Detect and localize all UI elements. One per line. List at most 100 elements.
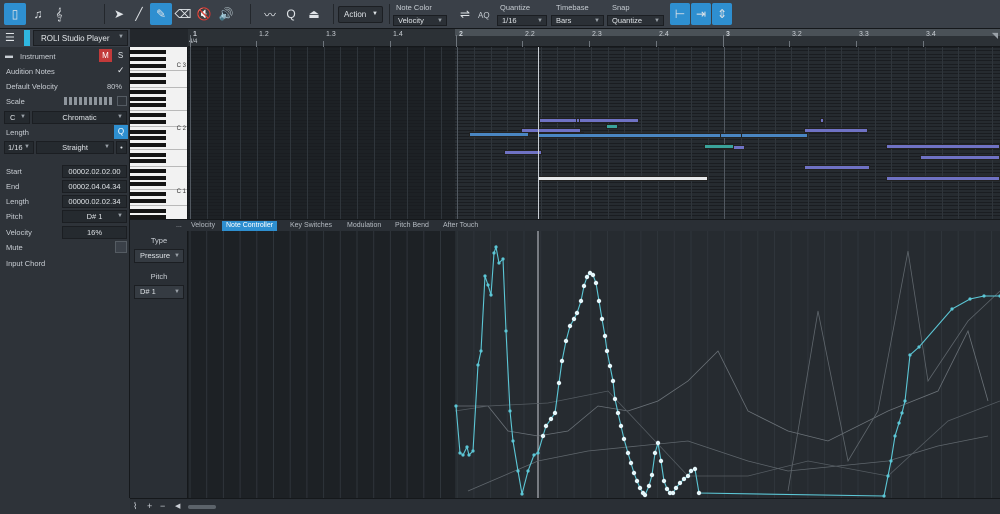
lane-pitch-dropdown[interactable]: D# 1 ▼ — [134, 285, 184, 299]
transform-tool-icon[interactable]: 〰 — [258, 3, 282, 25]
black-key[interactable] — [130, 113, 166, 117]
range-tool-icon[interactable]: ╱ — [128, 3, 150, 25]
black-key[interactable] — [130, 192, 166, 197]
midi-note[interactable] — [579, 118, 639, 123]
midi-note[interactable] — [920, 155, 1000, 160]
scale-type-dropdown[interactable]: Chromatic ▼ — [32, 111, 127, 124]
lane-more-button[interactable]: ... — [172, 221, 186, 231]
quantize-dropdown[interactable]: 1/16 ▼ — [497, 15, 547, 26]
lane-tab[interactable]: Pitch Bend — [391, 221, 433, 231]
black-key[interactable] — [130, 96, 166, 101]
black-key[interactable] — [130, 50, 166, 55]
snap-dropdown[interactable]: Quantize ▼ — [607, 15, 664, 26]
score-view-icon[interactable]: 𝄞 — [48, 3, 70, 25]
black-key[interactable] — [130, 89, 166, 94]
instrument-icon[interactable]: ♫ — [27, 3, 49, 25]
black-key[interactable] — [130, 152, 166, 157]
lane-type-dropdown[interactable]: Pressure ▼ — [134, 249, 184, 263]
midi-note[interactable] — [539, 118, 577, 123]
quantize-tool-icon[interactable]: Q — [280, 3, 302, 25]
snap-to-grid-icon[interactable]: ⊢ — [670, 3, 690, 25]
default-velocity-value[interactable]: 80% — [107, 82, 122, 91]
note-color-settings-icon[interactable]: ⇌ — [454, 3, 476, 25]
midi-note[interactable] — [820, 118, 824, 123]
midi-note[interactable] — [704, 144, 734, 149]
black-key[interactable] — [130, 129, 166, 134]
lane-tab[interactable]: After Touch — [439, 221, 482, 231]
lane-tab[interactable]: Note Controller — [222, 221, 278, 231]
snap-to-events-icon[interactable]: ⇥ — [691, 3, 711, 25]
velocity-field[interactable]: 16% — [62, 226, 127, 239]
midi-note[interactable] — [804, 128, 868, 133]
length-dotted-button[interactable]: • — [116, 141, 127, 154]
black-key[interactable] — [130, 73, 166, 78]
note-color-dropdown[interactable]: Velocity ▼ — [393, 15, 447, 26]
length-mode-dropdown[interactable]: Straight ▼ — [36, 141, 114, 154]
snap-to-cursor-icon[interactable]: ⇕ — [712, 3, 732, 25]
instrument-selector[interactable]: ROLI Studio Player ▼ — [33, 30, 128, 46]
end-field[interactable]: 00002.04.04.34 — [62, 180, 127, 193]
solo-button[interactable]: S — [114, 49, 127, 62]
inspector-toggle-icon[interactable]: ▯ — [4, 3, 26, 25]
beat-line — [924, 47, 926, 219]
length-value-dropdown[interactable]: 1/16 ▼ — [4, 141, 34, 154]
midi-note[interactable] — [720, 133, 742, 138]
pencil-tool-icon[interactable]: ✎ — [150, 3, 172, 25]
arrow-tool-icon[interactable]: ➤ — [108, 3, 130, 25]
midi-note[interactable] — [886, 176, 1000, 181]
midi-note[interactable] — [504, 150, 542, 155]
midi-note[interactable] — [538, 176, 708, 181]
piano-keyboard[interactable]: C 3 C 2 C 1 — [130, 47, 188, 219]
bend-tool-icon[interactable]: ⏏ — [303, 3, 325, 25]
note-grid[interactable] — [188, 47, 1000, 219]
black-key[interactable] — [130, 63, 166, 68]
aq-button[interactable]: AQ — [478, 11, 490, 20]
lane-tab[interactable]: Velocity — [187, 221, 219, 231]
black-key[interactable] — [130, 198, 166, 203]
lane-tab[interactable]: Key Switches — [286, 221, 336, 231]
black-key[interactable] — [130, 175, 166, 180]
controller-point — [642, 492, 648, 498]
audition-notes-checkbox[interactable]: ✓ — [117, 65, 125, 76]
note-length-field[interactable]: 00000.02.02.34 — [62, 195, 127, 208]
black-key[interactable] — [130, 103, 166, 108]
note-controller-lane[interactable] — [188, 231, 1000, 498]
black-key[interactable] — [130, 169, 166, 174]
lane-curve-icon[interactable]: ⌇ — [133, 501, 137, 512]
timebase-dropdown[interactable]: Bars ▼ — [551, 15, 604, 26]
lane-tab[interactable]: Modulation — [343, 221, 385, 231]
length-quantize-button[interactable]: Q — [114, 125, 128, 139]
playhead[interactable] — [538, 47, 539, 219]
remove-lane-icon[interactable]: − — [160, 501, 165, 511]
mute-tool-icon[interactable]: 🔇 — [193, 3, 215, 25]
black-key[interactable] — [130, 159, 166, 164]
mute-button[interactable]: M — [99, 49, 112, 62]
loop-end-marker[interactable]: ◥ — [992, 31, 998, 40]
black-key[interactable] — [130, 208, 166, 213]
midi-note[interactable] — [538, 133, 808, 138]
black-key[interactable] — [130, 80, 166, 84]
midi-note[interactable] — [886, 144, 1000, 149]
scroll-left-icon[interactable]: ◀ — [175, 502, 180, 510]
timeline-ruler[interactable]: 4/4 1 1.2 1.3 1.4 2 2.2 2.3 2.4 3 3.2 3.3 3.4 ◥ — [188, 29, 1000, 47]
black-key[interactable] — [130, 182, 166, 187]
pitch-dropdown[interactable]: D# 1 ▼ — [62, 210, 127, 223]
black-key[interactable] — [130, 119, 166, 124]
black-key[interactable] — [130, 136, 166, 141]
midi-note[interactable] — [469, 132, 529, 137]
scale-root-dropdown[interactable]: C ▼ — [4, 111, 30, 124]
midi-note[interactable] — [606, 124, 618, 129]
midi-note[interactable] — [804, 165, 870, 170]
listen-tool-icon[interactable]: 🔊 — [215, 3, 237, 25]
eraser-tool-icon[interactable]: ⌫ — [172, 3, 194, 25]
add-lane-icon[interactable]: + — [147, 501, 152, 511]
scale-enable-checkbox[interactable] — [117, 96, 127, 106]
controller-curve-area[interactable] — [188, 231, 1000, 498]
horizontal-scrollbar[interactable] — [188, 505, 216, 509]
black-key[interactable] — [130, 142, 166, 147]
menu-icon[interactable]: ☰ — [5, 31, 15, 44]
start-field[interactable]: 00002.02.02.00 — [62, 165, 127, 178]
black-key[interactable] — [130, 56, 166, 61]
mute-checkbox[interactable] — [115, 241, 127, 253]
action-menu-button[interactable]: Action ▼ — [338, 6, 383, 23]
